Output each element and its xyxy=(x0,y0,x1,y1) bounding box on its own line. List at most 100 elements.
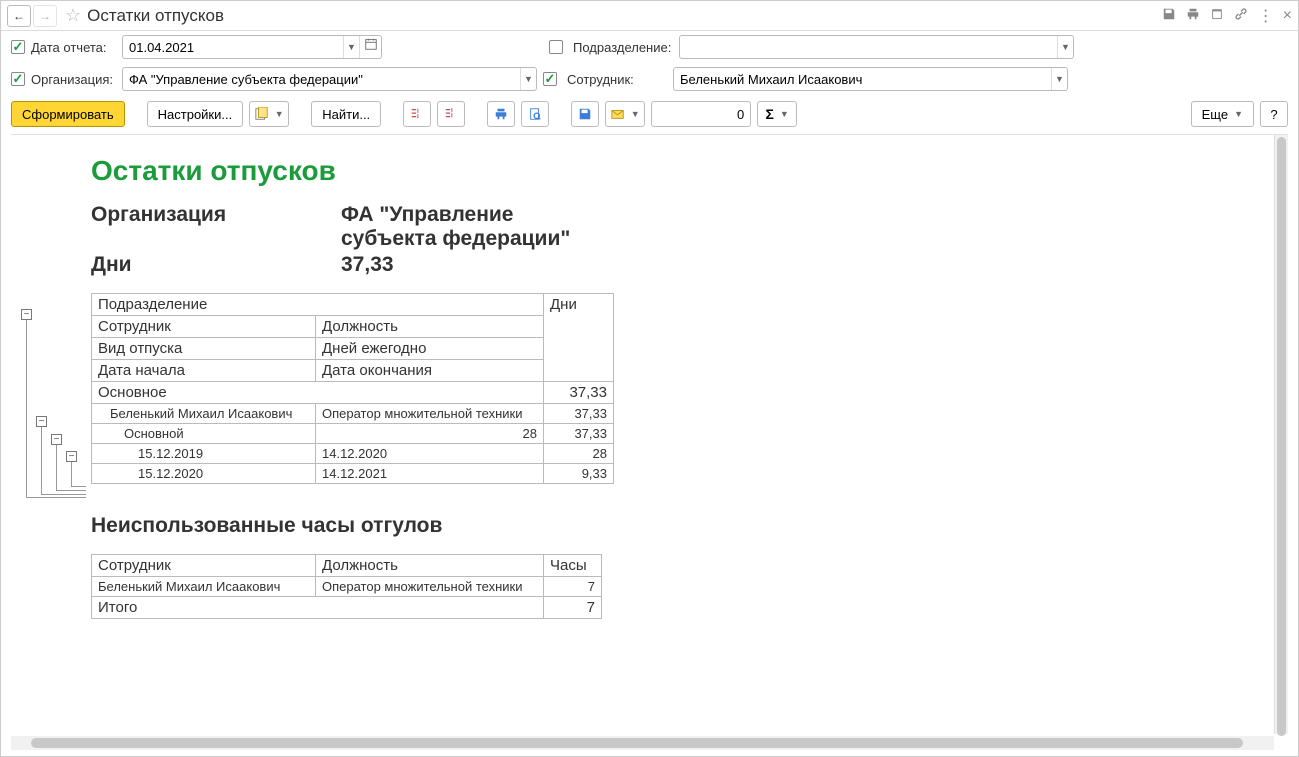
main-table: Подразделение Дни Сотрудник Должность Ви… xyxy=(91,293,614,484)
hdr-end: Дата окончания xyxy=(316,360,544,382)
report-title: Остатки отпусков xyxy=(91,155,1288,187)
collapse-all-button[interactable] xyxy=(437,101,465,127)
date-checkbox[interactable] xyxy=(11,40,25,54)
page-title: Остатки отпусков xyxy=(87,6,1162,26)
emp-input[interactable] xyxy=(674,72,1051,87)
org-checkbox[interactable] xyxy=(11,72,25,86)
cell-p1-start: 15.12.2019 xyxy=(92,444,316,464)
hdr-per-year: Дней ежегодно xyxy=(316,338,544,360)
save-icon[interactable] xyxy=(1162,7,1176,24)
toolbar-variants-button[interactable]: ▼ xyxy=(249,101,289,127)
table-row[interactable]: 15.12.2020 14.12.2021 9,33 xyxy=(92,464,614,484)
cell-p1-days: 28 xyxy=(544,444,614,464)
dept-input-combo[interactable]: ▼ xyxy=(679,35,1074,59)
print-icon[interactable] xyxy=(1186,7,1200,24)
table-row[interactable]: Основной 28 37,33 xyxy=(92,424,614,444)
print-preview-button[interactable] xyxy=(521,101,549,127)
sub-hdr-hours: Часы xyxy=(544,555,602,577)
forward-button[interactable]: → xyxy=(33,5,57,27)
send-button[interactable]: ▼ xyxy=(605,101,645,127)
toolbar: Сформировать Настройки... ▼ Найти... ▼ xyxy=(1,95,1298,134)
back-button[interactable]: ← xyxy=(7,5,31,27)
summary-days-value: 37,33 xyxy=(341,253,611,277)
org-label: Организация: xyxy=(31,72,116,87)
tree-collapse-node[interactable]: − xyxy=(66,451,77,462)
print-button[interactable] xyxy=(487,101,515,127)
dept-label: Подразделение: xyxy=(573,40,673,55)
table-row[interactable]: Беленький Михаил Исаакович Оператор множ… xyxy=(92,404,614,424)
sub-hdr-pos: Должность xyxy=(316,555,544,577)
sub-cell-total-hours: 7 xyxy=(544,597,602,619)
date-input[interactable] xyxy=(123,40,343,55)
cell-type-days: 37,33 xyxy=(544,424,614,444)
cell-emp-pos: Оператор множительной техники xyxy=(316,404,544,424)
emp-checkbox[interactable] xyxy=(543,72,557,86)
org-input-combo[interactable]: ▼ xyxy=(122,67,537,91)
summary-org-value: ФА "Управление субъекта федерации" xyxy=(341,203,611,251)
table-row[interactable]: Основное 37,33 xyxy=(92,382,614,404)
cell-dept-name: Основное xyxy=(92,382,544,404)
emp-dropdown-icon[interactable]: ▼ xyxy=(1051,68,1067,90)
summary-org-label: Организация xyxy=(91,203,341,251)
table-row[interactable]: 15.12.2019 14.12.2020 28 xyxy=(92,444,614,464)
date-dropdown-icon[interactable]: ▼ xyxy=(343,36,359,58)
settings-button[interactable]: Настройки... xyxy=(147,101,244,127)
cell-type-name: Основной xyxy=(92,424,316,444)
org-input[interactable] xyxy=(123,72,520,87)
emp-input-combo[interactable]: ▼ xyxy=(673,67,1068,91)
cell-emp-days: 37,33 xyxy=(544,404,614,424)
table-row[interactable]: Итого 7 xyxy=(92,597,602,619)
date-label: Дата отчета: xyxy=(31,40,116,55)
report-area: − − − − Остатки отпусков Организация ФА … xyxy=(11,134,1288,750)
org-dropdown-icon[interactable]: ▼ xyxy=(520,68,536,90)
date-input-combo[interactable]: ▼ xyxy=(122,35,382,59)
hdr-emp: Сотрудник xyxy=(92,316,316,338)
cell-p2-days: 9,33 xyxy=(544,464,614,484)
vertical-scrollbar[interactable] xyxy=(1274,135,1288,734)
hdr-pos: Должность xyxy=(316,316,544,338)
table-row[interactable]: Беленький Михаил Исаакович Оператор множ… xyxy=(92,577,602,597)
sub-cell-hours: 7 xyxy=(544,577,602,597)
tree-collapse-node[interactable]: − xyxy=(51,434,62,445)
horizontal-scrollbar[interactable] xyxy=(11,736,1274,750)
tree-collapse-node[interactable]: − xyxy=(21,309,32,320)
favorite-icon[interactable]: ☆ xyxy=(65,5,81,26)
sub-report-title: Неиспользованные часы отгулов xyxy=(91,514,1288,538)
more-icon[interactable]: ⋮ xyxy=(1258,6,1273,26)
hdr-dept: Подразделение xyxy=(92,294,544,316)
cell-p2-start: 15.12.2020 xyxy=(92,464,316,484)
calendar-icon[interactable] xyxy=(359,36,381,58)
more-button[interactable]: Еще▼ xyxy=(1191,101,1254,127)
sub-table: Сотрудник Должность Часы Беленький Михаи… xyxy=(91,554,602,619)
cell-emp-name: Беленький Михаил Исаакович xyxy=(92,404,316,424)
sigma-button[interactable]: Σ ▼ xyxy=(757,101,797,127)
report-content: Остатки отпусков Организация ФА "Управле… xyxy=(91,135,1288,750)
cell-p2-end: 14.12.2021 xyxy=(316,464,544,484)
hdr-start: Дата начала xyxy=(92,360,316,382)
sub-hdr-emp: Сотрудник xyxy=(92,555,316,577)
titlebar: ← → ☆ Остатки отпусков ⋮ × xyxy=(1,1,1298,31)
sub-cell-emp: Беленький Михаил Исаакович xyxy=(92,577,316,597)
dept-dropdown-icon[interactable]: ▼ xyxy=(1057,36,1073,58)
close-icon[interactable]: × xyxy=(1283,7,1292,25)
save-button[interactable] xyxy=(571,101,599,127)
expand-all-button[interactable] xyxy=(403,101,431,127)
sum-input[interactable] xyxy=(651,101,751,127)
link-icon[interactable] xyxy=(1234,7,1248,24)
hdr-type: Вид отпуска xyxy=(92,338,316,360)
dept-checkbox[interactable] xyxy=(549,40,563,54)
cell-dept-days: 37,33 xyxy=(544,382,614,404)
find-button[interactable]: Найти... xyxy=(311,101,381,127)
emp-label: Сотрудник: xyxy=(567,72,667,87)
tree-gutter: − − − − xyxy=(11,135,91,750)
cell-p1-end: 14.12.2020 xyxy=(316,444,544,464)
help-button[interactable]: ? xyxy=(1260,101,1288,127)
cell-type-per-year: 28 xyxy=(316,424,544,444)
sub-cell-pos: Оператор множительной техники xyxy=(316,577,544,597)
filter-row-2: Организация: ▼ Сотрудник: ▼ xyxy=(1,63,1298,95)
new-window-icon[interactable] xyxy=(1210,7,1224,24)
sub-cell-total-label: Итого xyxy=(92,597,544,619)
tree-collapse-node[interactable]: − xyxy=(36,416,47,427)
dept-input[interactable] xyxy=(680,40,1057,55)
generate-button[interactable]: Сформировать xyxy=(11,101,125,127)
